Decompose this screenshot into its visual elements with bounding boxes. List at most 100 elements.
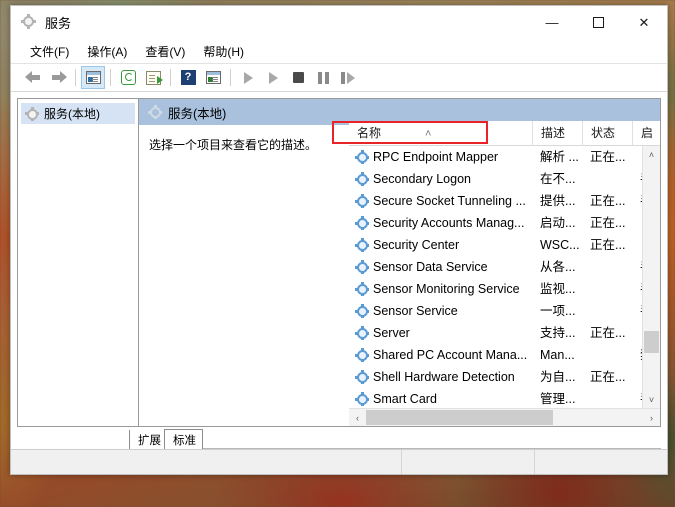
cell-status: 正在... — [590, 238, 626, 253]
cell-service-name: Security Accounts Manag... — [349, 212, 532, 234]
export-list-button[interactable] — [141, 66, 165, 89]
services-gear-icon — [355, 392, 369, 407]
cell-description: 支持... — [540, 326, 576, 341]
table-row[interactable]: Server支持...正在...自 — [349, 322, 660, 344]
scroll-up-button[interactable]: ˄ — [643, 146, 660, 163]
refresh-icon — [120, 70, 136, 85]
start-service-button[interactable] — [236, 66, 260, 89]
services-gear-icon — [355, 304, 369, 319]
stop-icon — [292, 72, 304, 83]
pause-icon — [317, 71, 329, 84]
services-gear-icon — [21, 14, 38, 31]
title-bar: 服务 — ✕ — [11, 6, 667, 39]
tree-item-label: 服务(本地) — [44, 107, 100, 121]
horizontal-scrollbar-track[interactable] — [366, 409, 643, 426]
table-row[interactable]: Secure Socket Tunneling ...提供...正在...手 — [349, 190, 660, 212]
tree-item-services-local[interactable]: 服务(本地) — [21, 103, 135, 124]
menu-file[interactable]: 文件(F) — [21, 41, 78, 62]
services-gear-icon — [355, 194, 369, 209]
refresh-button[interactable] — [116, 66, 140, 89]
export-icon — [145, 70, 163, 85]
console-tree-icon — [85, 71, 101, 84]
vertical-scrollbar-thumb[interactable] — [644, 331, 659, 354]
detail-pane-title: 服务(本地) — [168, 106, 227, 121]
forward-button[interactable] — [46, 66, 70, 89]
table-row[interactable]: Security Accounts Manag...启动...正在...自 — [349, 212, 660, 234]
column-status[interactable]: 状态 — [582, 121, 632, 146]
services-gear-icon — [355, 216, 369, 231]
menu-view[interactable]: 查看(V) — [136, 41, 194, 62]
services-gear-icon — [355, 282, 369, 297]
table-row[interactable]: Sensor Data Service从各...手 — [349, 256, 660, 278]
column-name[interactable]: 名称 ˄ — [349, 121, 532, 145]
cell-description: 为自... — [540, 370, 576, 385]
horizontal-scrollbar[interactable]: ‹ › — [349, 408, 660, 426]
play-icon — [243, 71, 253, 84]
tab-standard[interactable]: 标准 — [164, 429, 203, 449]
show-hide-tree-button[interactable] — [81, 66, 105, 89]
services-gear-icon — [25, 106, 39, 121]
service-name-label: Smart Card — [373, 392, 437, 407]
scroll-right-button[interactable]: › — [643, 413, 660, 423]
service-name-label: Security Center — [373, 238, 460, 253]
cell-service-name: Security Center — [349, 234, 532, 256]
service-name-label: Sensor Monitoring Service — [373, 282, 520, 297]
cell-status — [582, 168, 632, 190]
cell-status — [582, 256, 632, 278]
cell-service-name: Sensor Data Service — [349, 256, 532, 278]
services-gear-icon — [355, 370, 369, 385]
scroll-left-button[interactable]: ‹ — [349, 413, 366, 423]
minimize-button[interactable]: — — [529, 6, 575, 39]
cell-description: 提供... — [540, 194, 576, 209]
close-button[interactable]: ✕ — [621, 6, 667, 39]
table-row[interactable]: Sensor Service一项...手 — [349, 300, 660, 322]
cell-description: 在不... — [540, 172, 576, 187]
cell-status: 正在... — [590, 194, 626, 209]
table-row[interactable]: Secondary Logon在不...手 — [349, 168, 660, 190]
detail-pane: 服务(本地) 选择一个项目来查看它的描述。 — [139, 99, 349, 426]
sort-ascending-icon: ˄ — [425, 128, 432, 141]
table-row[interactable]: Smart Card管理...手 — [349, 388, 660, 408]
menu-action[interactable]: 操作(A) — [78, 41, 136, 62]
table-row[interactable]: Security CenterWSC...正在...自 — [349, 234, 660, 256]
window-controls: — ✕ — [529, 6, 667, 39]
service-name-label: Shared PC Account Mana... — [373, 348, 528, 363]
services-gear-icon — [355, 348, 369, 363]
cell-description: 解析 ... — [540, 150, 579, 165]
help-button[interactable]: ? — [176, 66, 200, 89]
scroll-down-button[interactable]: ˅ — [643, 391, 660, 408]
arrow-right-icon — [50, 71, 67, 84]
toolbar-separator — [230, 69, 231, 86]
stop-service-button[interactable] — [286, 66, 310, 89]
table-row[interactable]: Shared PC Account Mana...Man...禁 — [349, 344, 660, 366]
cell-status — [582, 344, 632, 366]
cell-status — [582, 388, 632, 408]
window-title: 服务 — [45, 16, 72, 31]
cell-description: 监视... — [540, 282, 576, 297]
status-bar-segment-main — [11, 450, 401, 474]
cell-service-name: RPC Endpoint Mapper — [349, 146, 532, 168]
cell-status — [582, 278, 632, 300]
horizontal-scrollbar-thumb[interactable] — [366, 410, 553, 425]
back-button[interactable] — [21, 66, 45, 89]
service-name-label: Secondary Logon — [373, 172, 471, 187]
menu-bar: 文件(F) 操作(A) 查看(V) 帮助(H) — [11, 39, 667, 63]
services-gear-icon — [355, 326, 369, 341]
view-tab-strip: 扩展 标准 — [11, 427, 667, 449]
toolbar-separator — [75, 69, 76, 86]
restart-service-button[interactable] — [336, 66, 360, 89]
table-row[interactable]: Shell Hardware Detection为自...正在...自 — [349, 366, 660, 388]
properties-button[interactable] — [201, 66, 225, 89]
service-list-rows[interactable]: RPC Endpoint Mapper解析 ...正在...自Secondary… — [349, 146, 660, 408]
table-row[interactable]: RPC Endpoint Mapper解析 ...正在...自 — [349, 146, 660, 168]
help-question-icon: ? — [180, 70, 196, 85]
menu-help[interactable]: 帮助(H) — [194, 41, 253, 62]
resume-service-button[interactable] — [261, 66, 285, 89]
pause-service-button[interactable] — [311, 66, 335, 89]
column-desc[interactable]: 描述 — [532, 121, 582, 146]
maximize-button[interactable] — [575, 6, 621, 39]
vertical-scrollbar[interactable]: ˄ ˅ — [642, 146, 660, 408]
column-startup[interactable]: 启 — [632, 121, 664, 146]
table-row[interactable]: Sensor Monitoring Service监视...手 — [349, 278, 660, 300]
tab-extended[interactable]: 扩展 — [129, 430, 168, 449]
